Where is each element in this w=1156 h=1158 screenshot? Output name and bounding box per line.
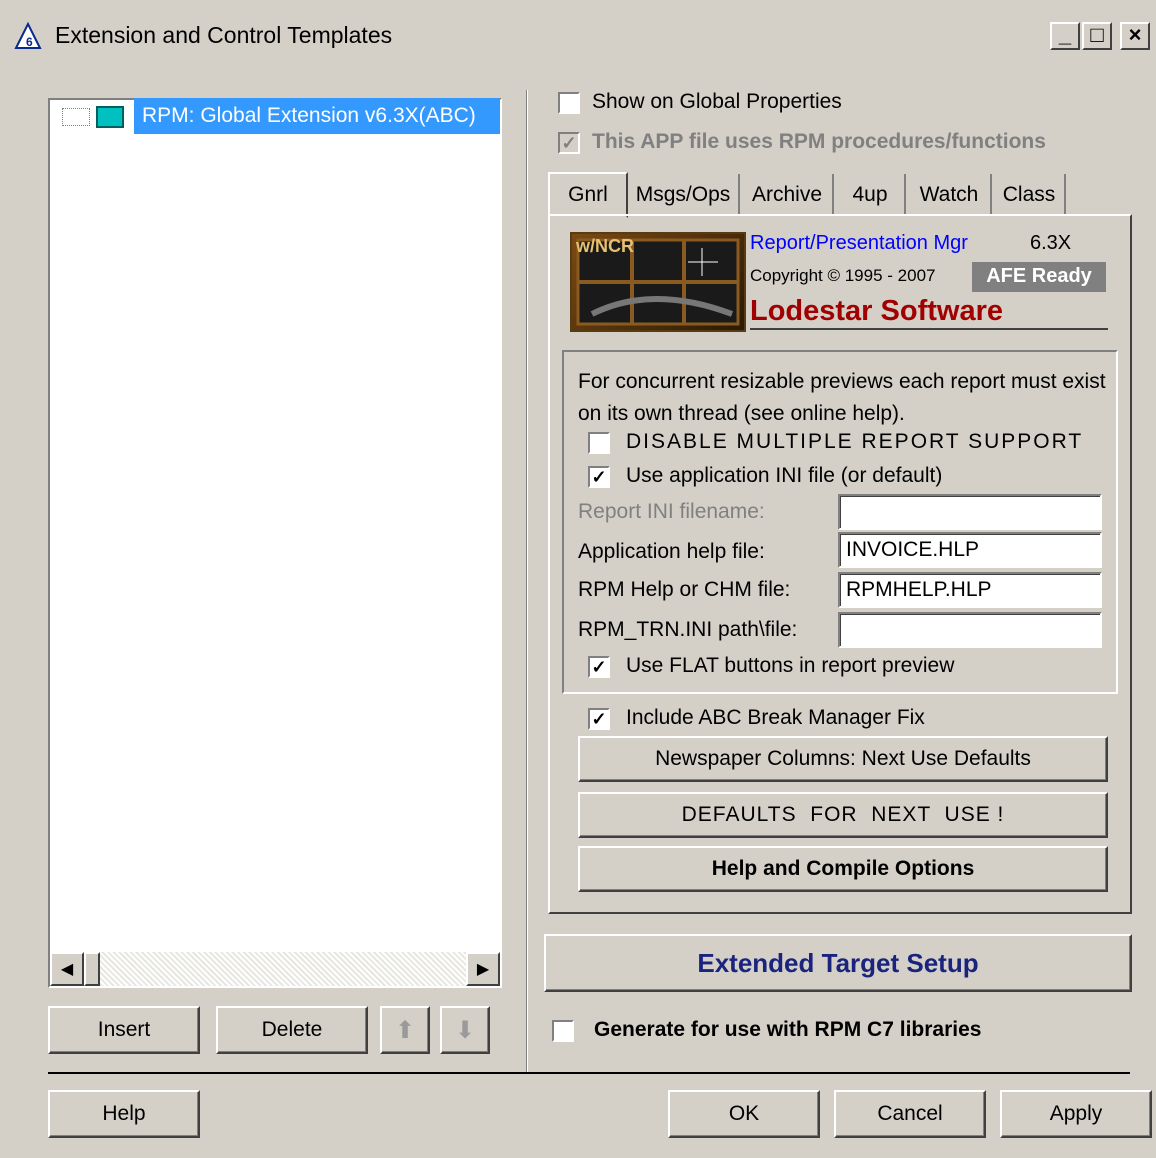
tab-class[interactable]: Class: [994, 174, 1066, 216]
tab-msgs-ops[interactable]: Msgs/Ops: [628, 174, 740, 216]
footer-separator: [48, 1072, 1130, 1074]
maximize-button[interactable]: □: [1082, 22, 1112, 50]
move-down-button[interactable]: ⬇: [440, 1006, 490, 1054]
uses-rpm-label: This APP file uses RPM procedures/functi…: [592, 130, 1046, 153]
disable-multi-checkbox[interactable]: [588, 432, 610, 454]
tab-archive[interactable]: Archive: [742, 174, 834, 216]
logo-image: w/NCR: [570, 232, 746, 332]
break-fix-label: Include ABC Break Manager Fix: [626, 706, 925, 729]
afe-ready-badge: AFE Ready: [972, 262, 1106, 292]
tab-watch[interactable]: Watch: [908, 174, 992, 216]
delete-button[interactable]: Delete: [216, 1006, 368, 1054]
show-global-checkbox[interactable]: [558, 92, 580, 114]
tab-gnrl[interactable]: Gnrl: [548, 172, 628, 218]
apply-button[interactable]: Apply: [1000, 1090, 1152, 1138]
copyright-label: Copyright © 1995 - 2007: [750, 266, 936, 285]
app-help-field[interactable]: INVOICE.HLP: [838, 532, 1102, 568]
logo-badge: w/NCR: [576, 236, 634, 256]
cancel-button[interactable]: Cancel: [834, 1090, 986, 1138]
close-button[interactable]: ×: [1120, 22, 1150, 50]
disable-multi-label: DISABLE MULTIPLE REPORT SUPPORT: [626, 430, 1084, 453]
show-global-label: Show on Global Properties: [592, 90, 842, 113]
use-ini-label: Use application INI file (or default): [626, 464, 943, 487]
scroll-right-button[interactable]: ▶: [466, 952, 500, 986]
scroll-left-button[interactable]: ◀: [50, 952, 84, 986]
break-fix-checkbox[interactable]: ✓: [588, 708, 610, 730]
uses-rpm-checkbox[interactable]: ✓: [558, 132, 580, 154]
move-up-button[interactable]: ⬆: [380, 1006, 430, 1054]
ok-button[interactable]: OK: [668, 1090, 820, 1138]
minimize-button[interactable]: _: [1050, 22, 1080, 50]
flat-buttons-checkbox[interactable]: ✓: [588, 656, 610, 678]
divider-highlight: [527, 90, 528, 1074]
newspaper-columns-button[interactable]: Newspaper Columns: Next Use Defaults: [578, 736, 1108, 782]
app-icon: 6: [14, 22, 42, 49]
report-ini-label: Report INI filename:: [578, 500, 765, 523]
tab-4up[interactable]: 4up: [836, 174, 906, 216]
use-ini-checkbox[interactable]: ✓: [588, 466, 610, 488]
help-compile-button[interactable]: Help and Compile Options: [578, 846, 1108, 892]
company-name: Lodestar Software: [750, 294, 1108, 330]
trn-ini-field[interactable]: [838, 612, 1102, 648]
trn-ini-label: RPM_TRN.INI path\file:: [578, 618, 798, 641]
app-help-label: Application help file:: [578, 540, 765, 563]
rpm-help-field[interactable]: RPMHELP.HLP: [838, 572, 1102, 608]
extended-target-setup-button[interactable]: Extended Target Setup: [544, 934, 1132, 992]
thread-note: For concurrent resizable previews each r…: [578, 370, 1106, 425]
c7-label: Generate for use with RPM C7 libraries: [594, 1018, 982, 1041]
tree-node-icon: [62, 108, 90, 126]
flat-buttons-label: Use FLAT buttons in report preview: [626, 654, 955, 677]
tree-item-rpm-global[interactable]: RPM: Global Extension v6.3X(ABC): [134, 98, 500, 134]
svg-text:6: 6: [26, 35, 33, 49]
horizontal-scrollbar[interactable]: [50, 952, 500, 986]
insert-button[interactable]: Insert: [48, 1006, 200, 1054]
version-label: 6.3X: [1030, 232, 1072, 254]
report-ini-field[interactable]: [838, 494, 1102, 530]
scroll-thumb[interactable]: [84, 952, 100, 986]
product-name: Report/Presentation Mgr: [750, 232, 968, 254]
defaults-next-use-button[interactable]: DEFAULTS FOR NEXT USE !: [578, 792, 1108, 838]
window-icon: [96, 106, 124, 128]
template-tree[interactable]: [48, 98, 502, 988]
help-button[interactable]: Help: [48, 1090, 200, 1138]
window-title: Extension and Control Templates: [55, 22, 393, 48]
rpm-help-label: RPM Help or CHM file:: [578, 578, 791, 601]
c7-checkbox[interactable]: [552, 1020, 574, 1042]
